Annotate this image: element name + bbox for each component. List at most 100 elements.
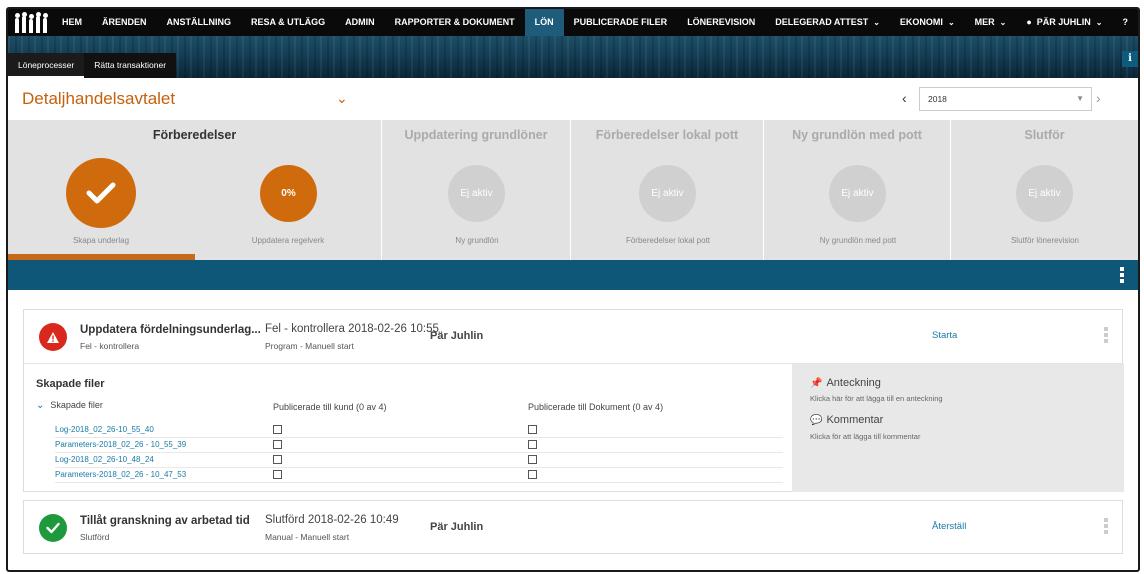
step-sub-label: Uppdatera regelverk xyxy=(251,236,325,245)
nav-lon[interactable]: LÖN xyxy=(524,9,564,36)
file-link[interactable]: Parameters-2018_02_26 - 10_47_53 xyxy=(55,470,186,479)
task-card: Uppdatera fördelningsunderlag... Fel - k… xyxy=(23,309,1124,492)
step-forberedelser-lokal-pott: Förberedelser lokal pott Ej aktiv Förber… xyxy=(571,120,764,260)
task-name: Tillåt granskning av arbetad tid xyxy=(80,515,250,527)
publish-document-checkbox[interactable] xyxy=(528,455,537,464)
chevron-down-icon: ⌄ xyxy=(873,18,880,27)
skapa-underlag-circle[interactable] xyxy=(66,158,136,228)
files-toggle[interactable]: ⌄ Skapade filer xyxy=(36,400,103,411)
add-note-link[interactable]: 📌 Anteckning xyxy=(810,377,881,389)
publish-document-checkbox[interactable] xyxy=(528,440,537,449)
files-title: Skapade filer xyxy=(36,378,105,390)
year-select[interactable]: 2018 ▼ xyxy=(919,87,1092,111)
chevron-left-icon[interactable]: ‹ xyxy=(902,90,907,106)
tab-loneprocesser[interactable]: Löneprocesser xyxy=(8,53,85,78)
pin-icon: 📌 xyxy=(810,378,823,389)
more-vertical-icon[interactable] xyxy=(1104,518,1108,536)
notes-panel: 📌 Anteckning Klicka här för att lägga til… xyxy=(792,364,1124,492)
task-card-header[interactable]: Uppdatera fördelningsunderlag... Fel - k… xyxy=(24,310,1122,363)
inactive-circle: Ej aktiv xyxy=(829,165,886,222)
column-published-customer: Publicerade till kund (0 av 4) xyxy=(273,402,387,412)
step-uppdatering-grundloner: Uppdatering grundlöner Ej aktiv Ny grund… xyxy=(382,120,571,260)
task-card-header[interactable]: Tillåt granskning av arbetad tid Slutför… xyxy=(24,501,1122,554)
file-link[interactable]: Log-2018_02_26-10_48_24 xyxy=(55,455,154,464)
user-icon: ● xyxy=(1026,17,1032,27)
step-slutfor: Slutför Ej aktiv Slutför lönerevision xyxy=(951,120,1138,260)
step-title: Förberedelser lokal pott xyxy=(595,128,739,142)
step-forberedelser: Förberedelser Skapa underlag 0% Uppdater… xyxy=(8,120,382,260)
chevron-down-icon[interactable]: ⌄ xyxy=(336,90,348,107)
step-title: Uppdatering grundlöner xyxy=(404,128,548,142)
header-banner: Löneprocesser Rätta transaktioner xyxy=(8,36,1138,78)
column-published-document: Publicerade till Dokument (0 av 4) xyxy=(528,402,664,412)
publish-customer-checkbox[interactable] xyxy=(273,470,282,479)
step-title: Ny grundlön med pott xyxy=(792,128,922,142)
uppdatera-regelverk-circle[interactable]: 0% xyxy=(260,165,317,222)
check-icon xyxy=(86,182,116,204)
created-files-section: Skapade filer ⌄ Skapade filer Publicerade… xyxy=(24,364,792,492)
nav-mer-label: MER xyxy=(974,17,995,27)
more-vertical-icon[interactable] xyxy=(1120,267,1124,285)
file-row: Parameters-2018_02_26 - 10_55_39 xyxy=(55,438,783,453)
step-sub-label: Ny grundlön xyxy=(455,236,499,245)
chevron-down-icon: ⌄ xyxy=(36,400,45,411)
nav-resa-utlagg[interactable]: RESA & UTLÄGG xyxy=(241,9,335,36)
nav-lonerevision[interactable]: LÖNEREVISION xyxy=(677,9,765,36)
process-steps: Förberedelser Skapa underlag 0% Uppdater… xyxy=(8,120,1138,260)
task-status: Slutförd xyxy=(80,532,110,542)
user-name: PÄR JUHLIN xyxy=(1036,17,1091,27)
step-sub-label: Ny grundlön med pott xyxy=(819,236,897,245)
publish-document-checkbox[interactable] xyxy=(528,470,537,479)
task-time: Slutförd 2018-02-26 10:49 xyxy=(265,514,399,526)
publish-customer-checkbox[interactable] xyxy=(273,455,282,464)
check-circle-icon xyxy=(39,514,67,542)
help-button[interactable]: ? xyxy=(1113,9,1139,36)
step-title: Förberedelser xyxy=(152,128,237,142)
nav-delegerad-attest[interactable]: DELEGERAD ATTEST ⌄ xyxy=(765,9,890,36)
nav-rapporter-dokument[interactable]: RAPPORTER & DOKUMENT xyxy=(385,9,525,36)
comment-label: Kommentar xyxy=(826,414,884,426)
comment-icon: 💬 xyxy=(810,415,823,426)
nav-admin[interactable]: ADMIN xyxy=(335,9,385,36)
nav-ekonomi-label: EKONOMI xyxy=(899,17,943,27)
subtab-bar: Löneprocesser Rätta transaktioner xyxy=(8,53,177,78)
reset-link[interactable]: Återställ xyxy=(932,521,966,532)
chevron-down-icon: ⌄ xyxy=(999,18,1007,27)
company-logo[interactable] xyxy=(12,9,52,36)
nav-hem[interactable]: HEM xyxy=(52,9,92,36)
warning-icon xyxy=(39,323,67,351)
step-ny-grundlon-med-pott: Ny grundlön med pott Ej aktiv Ny grundlö… xyxy=(764,120,951,260)
tab-ratta-transaktioner[interactable]: Rätta transaktioner xyxy=(84,53,177,78)
user-menu[interactable]: ● PÄR JUHLIN ⌄ xyxy=(1016,9,1112,36)
publish-document-checkbox[interactable] xyxy=(528,425,537,434)
info-icon[interactable]: i xyxy=(1122,51,1138,67)
add-comment-link[interactable]: 💬 Kommentar xyxy=(810,414,883,426)
file-link[interactable]: Log-2018_02_26-10_55_40 xyxy=(55,425,154,434)
task-card: Tillåt granskning av arbetad tid Slutför… xyxy=(23,500,1123,554)
more-vertical-icon[interactable] xyxy=(1104,327,1108,345)
file-link[interactable]: Parameters-2018_02_26 - 10_55_39 xyxy=(55,440,186,449)
inactive-circle: Ej aktiv xyxy=(639,165,696,222)
nav-mer[interactable]: MER ⌄ xyxy=(965,9,1017,36)
task-source: Manual - Manuell start xyxy=(265,532,350,542)
agreement-title[interactable]: Detaljhandelsavtalet xyxy=(22,89,175,109)
caret-down-icon: ▼ xyxy=(1076,94,1084,103)
task-status: Fel - kontrollera xyxy=(80,341,140,351)
chevron-down-icon: ⌄ xyxy=(1095,18,1103,27)
nav-anstallning[interactable]: ANSTÄLLNING xyxy=(156,9,241,36)
publish-customer-checkbox[interactable] xyxy=(273,440,282,449)
files-toggle-label: Skapade filer xyxy=(50,400,103,410)
inactive-circle: Ej aktiv xyxy=(448,165,505,222)
chevron-right-icon[interactable]: › xyxy=(1096,90,1101,106)
task-user: Pär Juhlin xyxy=(430,521,484,533)
nav-ekonomi[interactable]: EKONOMI ⌄ xyxy=(890,9,965,36)
start-link[interactable]: Starta xyxy=(932,330,957,341)
note-hint: Klicka här för att lägga till en anteckn… xyxy=(810,394,943,403)
nav-publicerade-filer[interactable]: PUBLICERADE FILER xyxy=(564,9,678,36)
nav-arenden[interactable]: ÄRENDEN xyxy=(92,9,157,36)
publish-customer-checkbox[interactable] xyxy=(273,425,282,434)
step-title: Slutför xyxy=(1024,128,1065,142)
app-frame: HEM ÄRENDEN ANSTÄLLNING RESA & UTLÄGG AD… xyxy=(6,7,1140,572)
step-sub-label: Skapa underlag xyxy=(72,236,130,245)
step-sub-label: Förberedelser lokal pott xyxy=(625,236,711,245)
